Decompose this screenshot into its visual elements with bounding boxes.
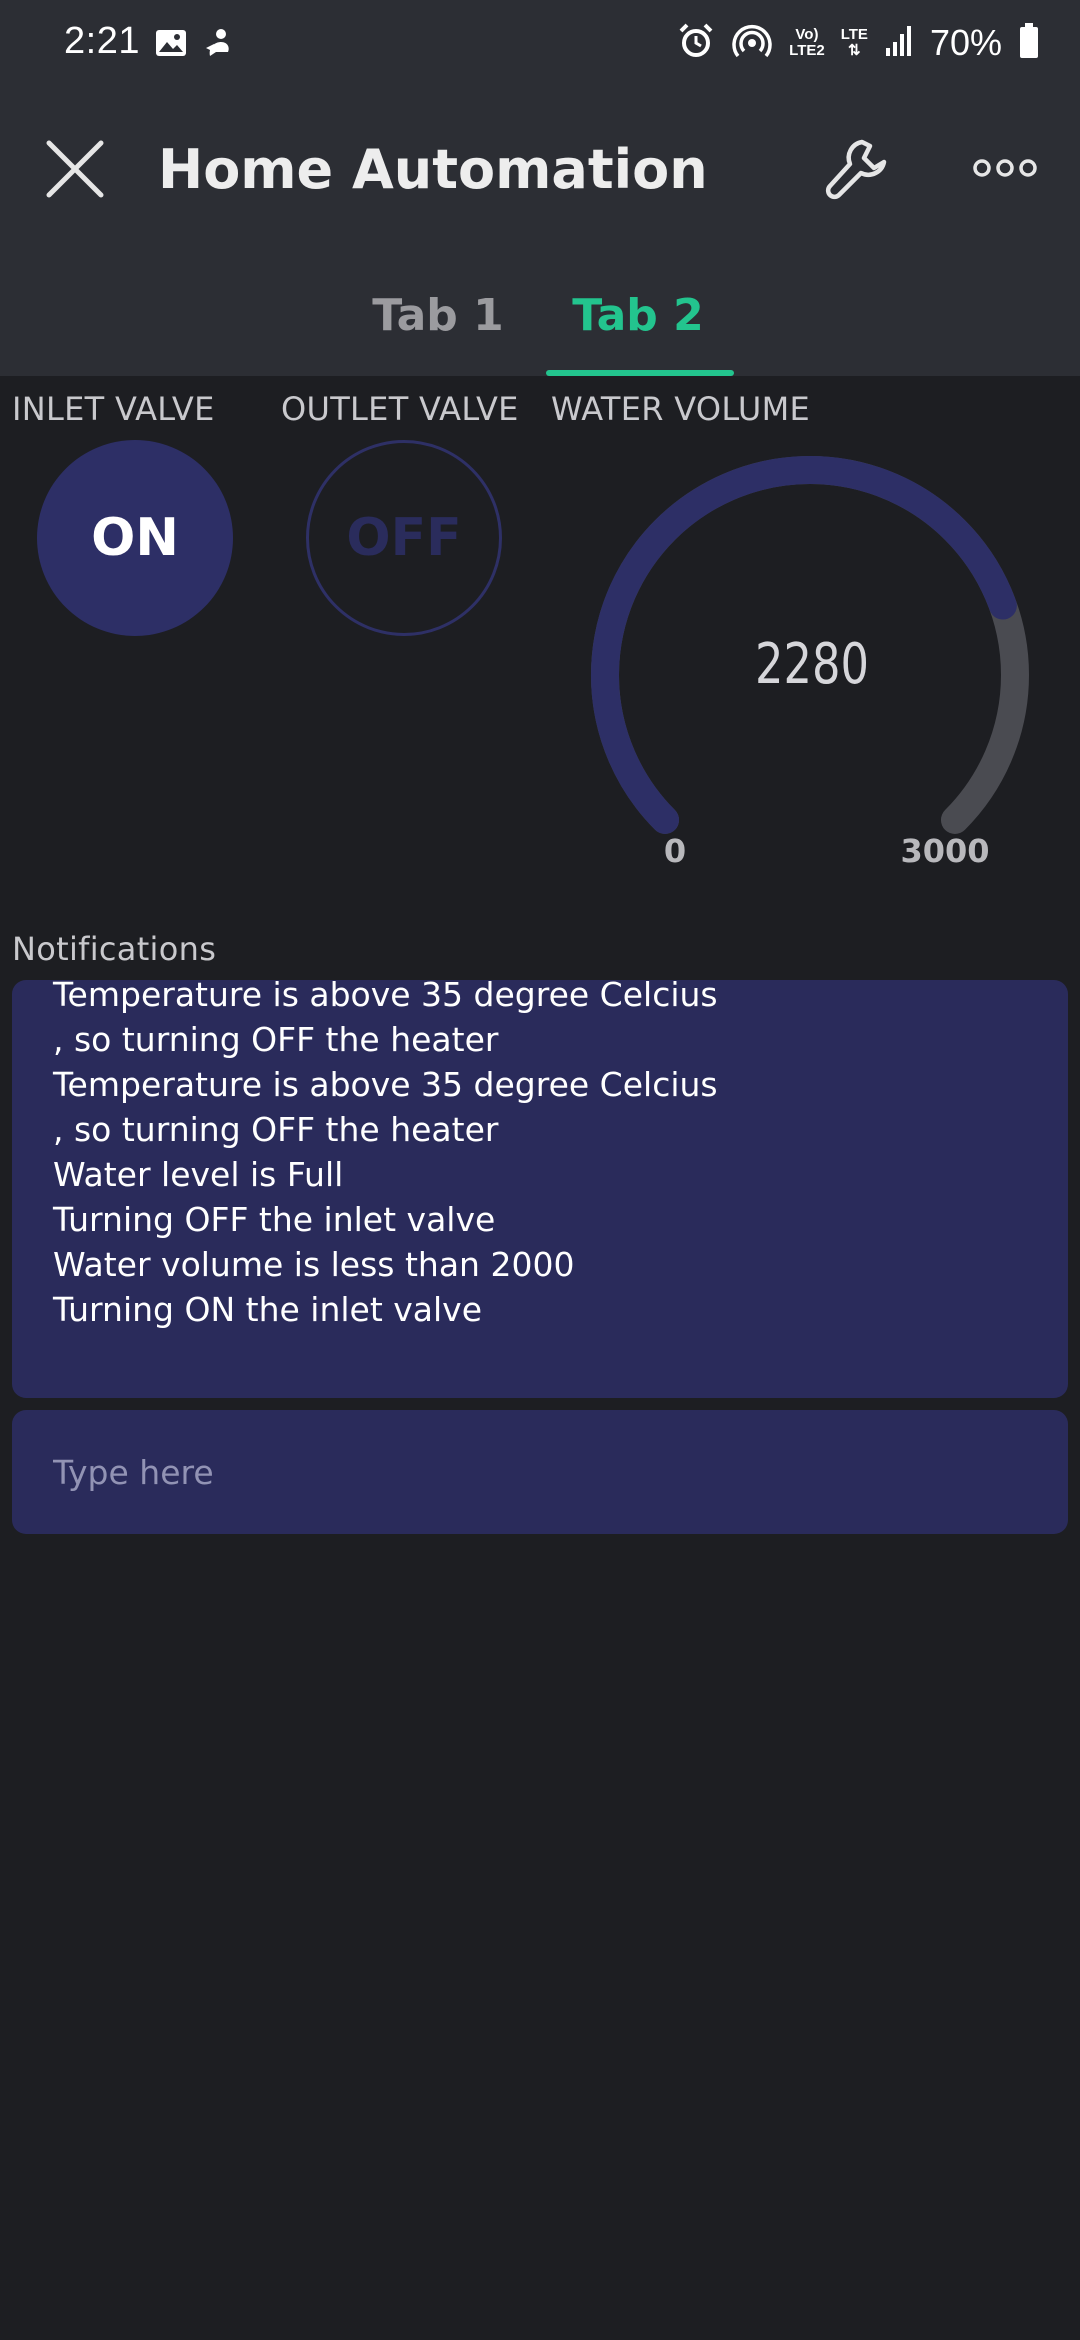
tab-1[interactable]: Tab 1 [370, 290, 506, 341]
wrench-icon [825, 139, 887, 200]
status-bar: 2:21 Vo) LTE2 LTE ⇅ 70% [0, 0, 1080, 86]
terminal-input-container [12, 1410, 1068, 1534]
inlet-valve-label: INLET VALVE [12, 390, 215, 428]
close-icon [46, 140, 104, 198]
status-right-icons: Vo) LTE2 LTE ⇅ 70% [677, 20, 1040, 66]
notification-line: Temperature is above 35 degree Celcius [53, 980, 718, 1014]
lte2-label: LTE2 [789, 42, 825, 59]
notifications-list: Temperature is above 35 degree Celcius ,… [53, 980, 718, 1332]
outlet-valve-label: OUTLET VALVE [281, 390, 519, 428]
battery-percent: 70% [929, 22, 1002, 63]
signal-icon [884, 24, 914, 62]
app-title: Home Automation [158, 138, 708, 201]
gauge-max-label: 3000 [900, 832, 990, 870]
lte-label: LTE [840, 26, 868, 43]
gallery-icon [154, 26, 188, 64]
notification-app-icon [202, 26, 236, 64]
notifications-label: Notifications [12, 930, 217, 968]
status-time: 2:21 [64, 20, 140, 62]
tab-bar: Tab 1 Tab 2 [0, 280, 1080, 376]
outlet-valve-button[interactable]: OFF [306, 440, 502, 636]
app-bar: Home Automation [0, 110, 1080, 230]
battery-icon [1018, 22, 1040, 64]
notification-line: , so turning OFF the heater [53, 1020, 499, 1059]
alarm-icon [677, 22, 715, 64]
terminal-input[interactable] [53, 1410, 1033, 1534]
inlet-valve-button[interactable]: ON [37, 440, 233, 636]
active-tab-indicator [546, 370, 734, 376]
status-left-icons [154, 26, 236, 64]
tab-2[interactable]: Tab 2 [560, 290, 716, 341]
notification-line: Turning ON the inlet valve [53, 1290, 483, 1329]
notification-line: Water volume is less than 2000 [53, 1245, 575, 1284]
water-volume-label: WATER VOLUME [551, 390, 811, 428]
notification-line: , so turning OFF the heater [53, 1110, 499, 1149]
volte-indicator: Vo) LTE2 [789, 27, 825, 59]
more-horizontal-icon [973, 159, 1037, 177]
lte-indicator: LTE ⇅ [841, 27, 868, 59]
settings-button[interactable] [822, 134, 892, 204]
notification-line: Water level is Full [53, 1155, 344, 1194]
gauge-min-label: 0 [663, 832, 687, 870]
close-button[interactable] [40, 134, 110, 204]
notification-line: Turning OFF the inlet valve [53, 1200, 496, 1239]
notification-line: Temperature is above 35 degree Celcius [53, 1065, 718, 1104]
gauge-value: 2280 [754, 632, 869, 697]
more-options-button[interactable] [970, 148, 1040, 188]
data-arrows-icon: ⇅ [848, 42, 861, 59]
volte-label: Vo) [795, 26, 819, 43]
notifications-terminal[interactable]: Temperature is above 35 degree Celcius ,… [12, 980, 1068, 1398]
hotspot-icon [731, 22, 773, 64]
